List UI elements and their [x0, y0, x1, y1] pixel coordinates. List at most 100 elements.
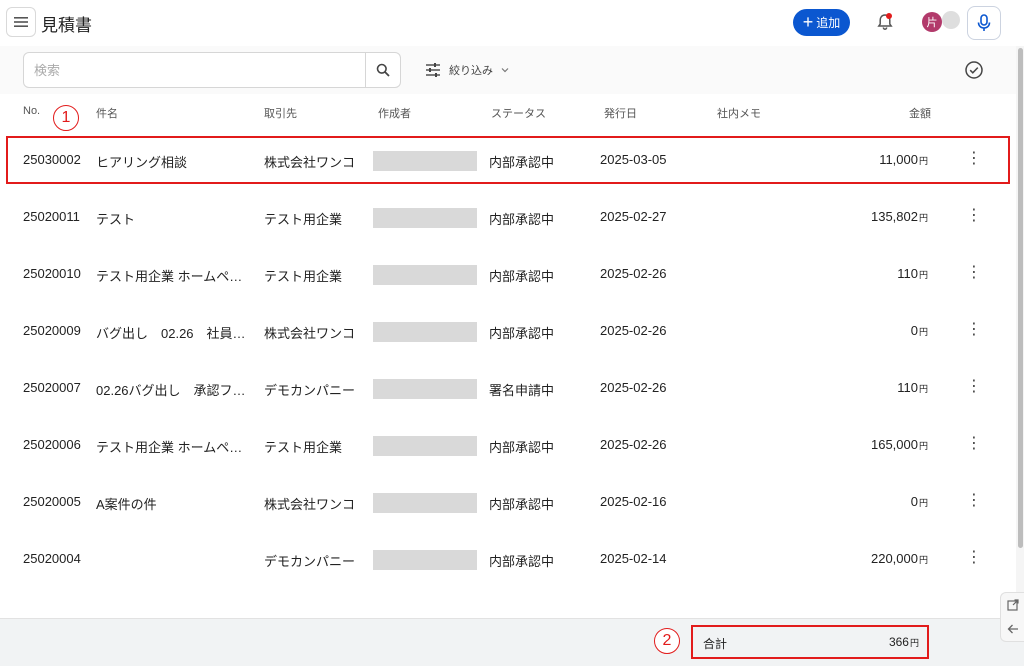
column-header-memo[interactable]: 社内メモ — [717, 105, 761, 121]
row-amount-value: 0 — [910, 323, 918, 338]
row-issue-date: 2025-02-26 — [600, 323, 667, 338]
plus-icon: + — [802, 11, 814, 32]
user-avatar[interactable]: 片 — [922, 12, 942, 32]
total-amount: 366 — [888, 635, 909, 649]
row-status: 署名申請中 — [489, 383, 555, 398]
currency-unit: 円 — [918, 498, 928, 508]
column-header-amount[interactable]: 金額 — [909, 105, 931, 121]
table-header: No. 件名 取引先 作成者 ステータス 発行日 社内メモ 金額 — [0, 94, 1016, 132]
currency-unit: 円 — [918, 156, 928, 166]
row-amount-value: 165,000 — [870, 437, 918, 452]
row-status: 内部承認中 — [489, 554, 555, 569]
scrollbar-thumb[interactable] — [1018, 48, 1023, 548]
filter-label: 絞り込み — [449, 65, 493, 77]
row-number: 25020010 — [23, 266, 81, 281]
row-client: テスト用企業 — [264, 269, 343, 284]
currency-unit: 円 — [918, 555, 928, 565]
row-client: テスト用企業 — [264, 212, 343, 227]
row-amount: 165,000円 — [820, 437, 928, 452]
row-issue-date: 2025-02-26 — [600, 380, 667, 395]
chevron-down-icon — [501, 68, 509, 73]
table-row[interactable]: 25020005 A案件の件 株式会社ワンコ 内部承認中 2025-02-16 … — [0, 474, 1016, 532]
table-row-partial[interactable] — [0, 588, 1016, 618]
estimate-table-body: 25030002 ヒアリング相談 株式会社ワンコ 内部承認中 2025-03-0… — [0, 132, 1016, 618]
row-amount-value: 0 — [910, 494, 918, 509]
list-toolbar: 絞り込み — [0, 46, 1016, 95]
table-row[interactable]: 25020009 バグ出し 02.26 社員確認 株式会社ワンコ 内部承認中 2… — [0, 303, 1016, 361]
check-circle-icon[interactable] — [964, 60, 984, 80]
row-amount-value: 135,802 — [870, 209, 918, 224]
add-button-label: 追加 — [816, 16, 841, 30]
column-header-status[interactable]: ステータス — [491, 105, 546, 121]
notification-bell-icon[interactable] — [875, 12, 895, 32]
row-subject: A案件の件 — [96, 497, 157, 512]
row-status: 内部承認中 — [489, 497, 555, 512]
row-subject: テスト用企業 ホームページ制作 — [96, 269, 252, 284]
column-header-issue-date[interactable]: 発行日 — [604, 105, 637, 121]
row-subject: ヒアリング相談 — [96, 155, 188, 170]
table-row[interactable]: 25020011 テスト テスト用企業 内部承認中 2025-02-27 135… — [0, 189, 1016, 247]
table-row[interactable]: 25030002 ヒアリング相談 株式会社ワンコ 内部承認中 2025-03-0… — [0, 132, 1016, 190]
row-amount-value: 11,000 — [879, 152, 918, 167]
column-header-name[interactable]: 件名 — [96, 105, 118, 121]
more-options-icon[interactable]: ⋮ — [966, 375, 982, 399]
row-subject: 02.26バグ出し 承認フロー — [96, 383, 252, 398]
vertical-scrollbar[interactable] — [1016, 46, 1024, 618]
more-options-icon[interactable]: ⋮ — [966, 432, 982, 456]
avatar-toggle[interactable] — [942, 11, 960, 29]
add-button[interactable]: + 追加 — [793, 9, 850, 36]
row-issue-date: 2025-02-16 — [600, 494, 667, 509]
row-amount-value: 220,000 — [870, 551, 918, 566]
column-header-no[interactable]: No. — [23, 105, 40, 117]
row-amount: 110円 — [820, 266, 928, 281]
row-client: 株式会社ワンコ — [264, 497, 356, 512]
row-amount-value: 110 — [897, 266, 918, 281]
row-subject: テスト — [96, 212, 136, 227]
search-icon — [376, 63, 390, 77]
row-status: 内部承認中 — [489, 326, 555, 341]
hamburger-menu-icon — [14, 17, 28, 27]
row-client: デモカンパニー — [264, 383, 356, 398]
arrow-left-icon[interactable] — [1001, 617, 1024, 641]
row-author-redacted — [373, 436, 477, 456]
row-author-redacted — [373, 493, 477, 513]
row-amount: 0円 — [820, 494, 928, 509]
row-amount-value: 110 — [897, 380, 918, 395]
row-client: デモカンパニー — [264, 554, 356, 569]
more-options-icon[interactable]: ⋮ — [966, 204, 982, 228]
open-external-icon[interactable] — [1001, 593, 1024, 617]
more-options-icon[interactable]: ⋮ — [966, 489, 982, 513]
voice-input-button[interactable] — [967, 6, 1001, 40]
row-number: 25020005 — [23, 494, 81, 509]
currency-unit: 円 — [909, 638, 919, 648]
column-header-author[interactable]: 作成者 — [378, 105, 411, 121]
side-tool-panel — [1000, 592, 1024, 642]
more-options-icon[interactable]: ⋮ — [966, 318, 982, 342]
row-subject: バグ出し 02.26 社員確認 — [96, 326, 252, 341]
search-input[interactable] — [24, 53, 364, 87]
row-status: 内部承認中 — [489, 155, 555, 170]
filter-button[interactable]: 絞り込み — [425, 60, 509, 80]
more-options-icon[interactable]: ⋮ — [966, 546, 982, 570]
table-row[interactable]: 25020004 デモカンパニー 内部承認中 2025-02-14 220,00… — [0, 531, 1016, 589]
row-amount: 220,000円 — [820, 551, 928, 566]
row-number: 25020011 — [23, 209, 80, 224]
column-header-client[interactable]: 取引先 — [264, 105, 297, 121]
currency-unit: 円 — [918, 384, 928, 394]
row-amount: 11,000円 — [820, 152, 928, 167]
row-author-redacted — [373, 322, 477, 342]
table-row[interactable]: 25020007 02.26バグ出し 承認フロー デモカンパニー 署名申請中 2… — [0, 360, 1016, 418]
table-row[interactable]: 25020006 テスト用企業 ホームページ制作 テスト用企業 内部承認中 20… — [0, 417, 1016, 475]
more-options-icon[interactable]: ⋮ — [966, 261, 982, 285]
more-options-icon[interactable]: ⋮ — [966, 147, 982, 171]
row-status: 内部承認中 — [489, 212, 555, 227]
row-amount: 135,802円 — [820, 209, 928, 224]
currency-unit: 円 — [918, 441, 928, 451]
menu-button[interactable] — [6, 7, 36, 37]
search-button[interactable] — [365, 53, 400, 87]
total-summary-box: 合計 366円 — [691, 625, 929, 659]
row-author-redacted — [373, 550, 477, 570]
table-row[interactable]: 25020010 テスト用企業 ホームページ制作 テスト用企業 内部承認中 20… — [0, 246, 1016, 304]
row-author-redacted — [373, 265, 477, 285]
summary-footer: 合計 366円 — [0, 618, 1024, 666]
